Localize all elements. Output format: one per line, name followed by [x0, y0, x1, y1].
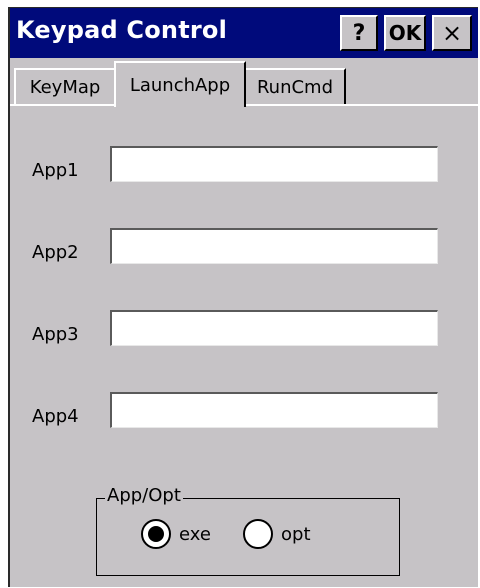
radio-opt[interactable]: opt	[243, 519, 311, 549]
radio-opt-circle[interactable]	[243, 519, 273, 549]
tab-runcmd[interactable]: RunCmd	[244, 68, 346, 104]
app3-label: App3	[32, 324, 79, 345]
app1-label: App1	[32, 160, 79, 181]
app-opt-group-title: App/Opt	[105, 485, 183, 506]
window-title: Keypad Control	[16, 16, 228, 44]
radio-exe-dot	[148, 526, 164, 542]
tab-strip: KeyMap RunCmd LaunchApp	[10, 58, 478, 108]
radio-exe-circle[interactable]	[141, 519, 171, 549]
radio-opt-label: opt	[281, 523, 311, 545]
keypad-control-window: Keypad Control ? OK × KeyMap RunCmd Laun…	[8, 7, 478, 587]
app2-field[interactable]	[110, 228, 438, 264]
app4-label: App4	[32, 406, 79, 427]
app-opt-group: App/Opt exe opt	[96, 485, 400, 576]
app1-field[interactable]	[110, 146, 438, 182]
title-bar: Keypad Control ? OK ×	[10, 8, 478, 58]
radio-exe[interactable]: exe	[141, 519, 211, 549]
radio-exe-label: exe	[179, 523, 211, 545]
ok-button[interactable]: OK	[384, 15, 426, 51]
app2-label: App2	[32, 242, 79, 263]
tab-launchapp[interactable]: LaunchApp	[114, 61, 246, 107]
tab-keymap[interactable]: KeyMap	[14, 68, 116, 104]
app3-field[interactable]	[110, 310, 438, 346]
launchapp-panel: App1 App2 App3 App4 App/Opt exe opt	[10, 104, 478, 588]
app4-field[interactable]	[110, 392, 438, 428]
close-button[interactable]: ×	[432, 15, 472, 51]
help-button[interactable]: ?	[340, 15, 378, 51]
